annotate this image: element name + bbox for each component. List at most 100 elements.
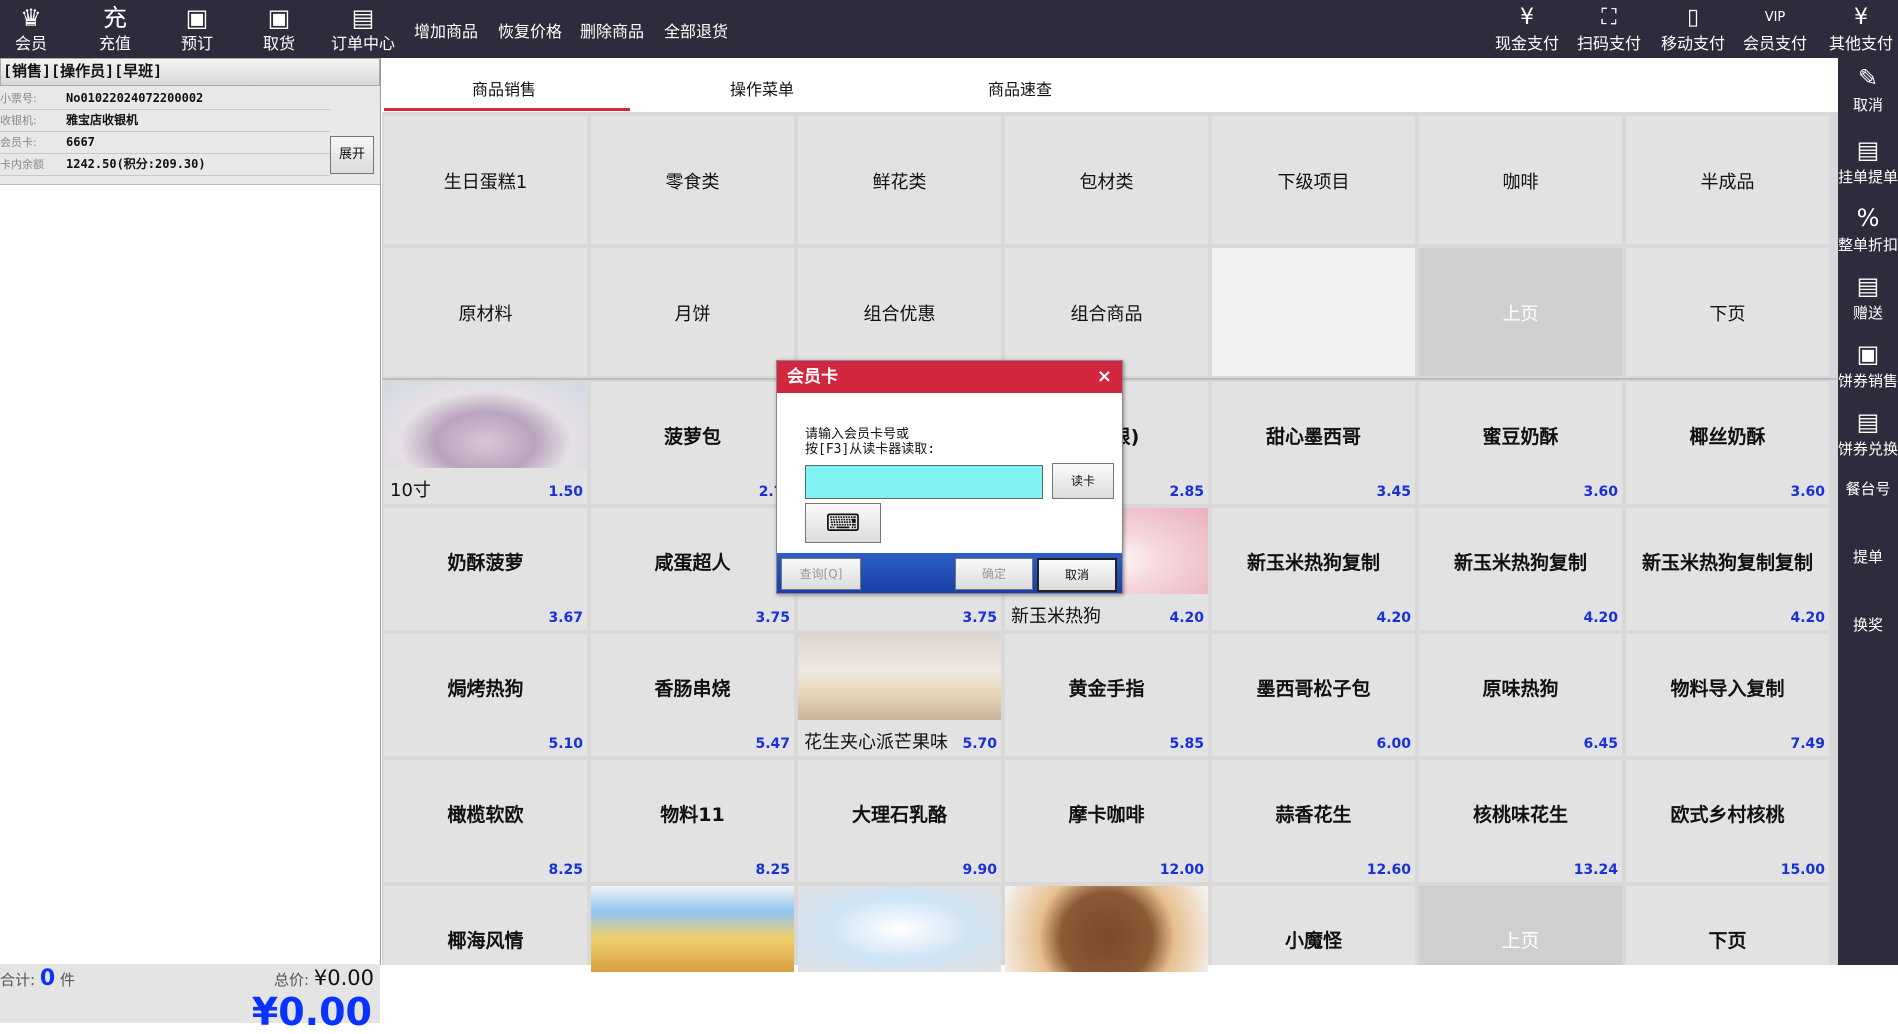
category-label: 生日蛋糕1 xyxy=(443,172,528,193)
product-tag: 新玉米热狗 xyxy=(1011,606,1101,627)
confirm-button[interactable]: 确定 xyxy=(955,558,1033,590)
sidebar-function-button[interactable]: ✎ 取消 xyxy=(1838,62,1898,115)
toolbar-link[interactable]: 删除商品 xyxy=(580,18,644,42)
category-button[interactable]: 上页 xyxy=(1419,248,1622,376)
product-button[interactable]: 大理石乳酪 9.90 xyxy=(798,760,1001,882)
category-button[interactable]: 组合优惠 xyxy=(798,248,1001,376)
category-label: 原材料 xyxy=(458,304,513,325)
product-button[interactable] xyxy=(798,886,1001,972)
sidebar-function-button[interactable]: ▤ 赠送 xyxy=(1838,270,1898,323)
product-button[interactable]: 10寸 1.50 xyxy=(384,382,587,504)
product-button[interactable]: 墨西哥松子包 6.00 xyxy=(1212,634,1415,756)
product-button[interactable]: 物料导入复制 7.49 xyxy=(1626,634,1829,756)
product-button[interactable]: 下页 xyxy=(1626,886,1829,965)
cancel-doc-icon: ✎ xyxy=(1857,64,1879,92)
product-button[interactable]: 甜心墨西哥 3.45 xyxy=(1212,382,1415,504)
tab-product-sales[interactable]: 商品销售 xyxy=(472,76,536,100)
product-button[interactable]: 香肠串烧 5.47 xyxy=(591,634,794,756)
product-button[interactable]: 小魔怪 xyxy=(1212,886,1415,965)
category-button[interactable]: 生日蛋糕1 xyxy=(384,116,587,244)
category-button[interactable]: 零食类 xyxy=(591,116,794,244)
product-price: 15.00 xyxy=(1780,862,1825,878)
read-card-button[interactable]: 读卡 xyxy=(1052,463,1114,499)
product-button[interactable]: 菠萝包 2.?? xyxy=(591,382,794,504)
order-status-header: [销售][操作员][早班] xyxy=(0,58,380,86)
product-button[interactable]: 蒜香花生 12.60 xyxy=(1212,760,1415,882)
category-label: 鲜花类 xyxy=(872,172,927,193)
product-button[interactable]: 椰丝奶酥 3.60 xyxy=(1626,382,1829,504)
toolbar-link[interactable]: 恢复价格 xyxy=(498,18,562,42)
toolbar-button[interactable]: ▤ 订单中心 xyxy=(330,0,396,58)
sidebar-function-button[interactable]: % 整单折扣 xyxy=(1838,202,1898,255)
payment-button[interactable]: ¥ 现金支付 xyxy=(1490,0,1564,58)
product-button[interactable]: 原味热狗 6.45 xyxy=(1419,634,1622,756)
toolbar-button[interactable]: 充充值 xyxy=(84,0,146,58)
sidebar-function-button[interactable]: ▣ 饼券销售 xyxy=(1838,338,1898,391)
toolbar-button[interactable]: ♛ 会员 xyxy=(2,0,60,58)
close-icon[interactable]: × xyxy=(1097,361,1112,393)
toolbar-button[interactable]: ▣ 预订 xyxy=(166,0,228,58)
toolbar-button[interactable]: ▣ 取货 xyxy=(248,0,310,58)
category-button[interactable]: 下级项目 xyxy=(1212,116,1415,244)
product-button[interactable] xyxy=(1005,886,1208,972)
payment-button[interactable]: ¥ 其他支付 xyxy=(1824,0,1898,58)
product-button[interactable]: 物料11 8.25 xyxy=(591,760,794,882)
product-button[interactable]: 焗烤热狗 5.10 xyxy=(384,634,587,756)
toolbar-link[interactable]: 全部退货 xyxy=(664,18,728,42)
query-button[interactable]: 查询[Q] xyxy=(781,558,861,590)
product-button[interactable]: 咸蛋超人 3.75 xyxy=(591,508,794,630)
category-button[interactable]: 下页 xyxy=(1626,248,1829,376)
category-button[interactable]: 鲜花类 xyxy=(798,116,1001,244)
product-button[interactable]: 新玉米热狗复制 4.20 xyxy=(1419,508,1622,630)
dialog-titlebar: 会员卡 × xyxy=(777,361,1122,393)
product-button[interactable]: 奶酥菠萝 3.67 xyxy=(384,508,587,630)
sidebar-function-label: 换奖 xyxy=(1852,616,1883,634)
product-name: 新玉米热狗复制复制 xyxy=(1641,552,1813,574)
sidebar-function-button[interactable]: ▤ 饼券兑换 xyxy=(1838,406,1898,459)
payment-button[interactable]: ▯ 移动支付 xyxy=(1656,0,1730,58)
product-button[interactable]: 新玉米热狗复制 4.20 xyxy=(1212,508,1415,630)
payment-button[interactable]: VIP 会员支付 xyxy=(1738,0,1812,58)
category-button[interactable]: 半成品 xyxy=(1626,116,1829,244)
product-button[interactable]: 摩卡咖啡 12.00 xyxy=(1005,760,1208,882)
product-button[interactable]: 椰海风情 xyxy=(384,886,587,965)
product-button[interactable]: 黄金手指 5.85 xyxy=(1005,634,1208,756)
product-button[interactable]: 欧式乡村核桃 15.00 xyxy=(1626,760,1829,882)
gift-icon: ▤ xyxy=(1856,272,1880,300)
product-button[interactable]: 新玉米热狗复制复制 4.20 xyxy=(1626,508,1829,630)
tab-operation-menu[interactable]: 操作菜单 xyxy=(730,76,794,100)
crown-icon: ♛ xyxy=(20,4,42,32)
product-button[interactable] xyxy=(591,886,794,972)
category-label: 组合优惠 xyxy=(863,304,936,325)
category-button[interactable]: 原材料 xyxy=(384,248,587,376)
sidebar-function-button[interactable]: 换奖 xyxy=(1838,614,1898,635)
sidebar-function-button[interactable]: ▤ 挂单提单 xyxy=(1838,134,1898,187)
other-pay-icon: ¥ xyxy=(1854,5,1868,30)
product-price: 6.00 xyxy=(1376,736,1411,752)
prev-page-button[interactable]: 上页 xyxy=(1419,886,1622,965)
keyboard-button[interactable]: ⌨ xyxy=(805,503,881,543)
cash-icon: ¥ xyxy=(1520,5,1534,30)
toolbar-link[interactable]: 增加商品 xyxy=(414,18,478,42)
category-button[interactable]: 包材类 xyxy=(1005,116,1208,244)
order-panel: [销售][操作员][早班] 小票号: No01022024072200002 收银… xyxy=(0,58,381,1034)
cancel-button[interactable]: 取消 xyxy=(1037,558,1117,592)
category-button[interactable]: 咖啡 xyxy=(1419,116,1622,244)
product-name: 物料导入复制 xyxy=(1670,678,1785,700)
member-card-input[interactable] xyxy=(805,465,1043,499)
expand-button[interactable]: 展开 xyxy=(330,136,374,174)
category-button[interactable]: 月饼 xyxy=(591,248,794,376)
product-name: 椰海风情 xyxy=(447,930,524,952)
order-info: 小票号: No01022024072200002 收银机: 雅宝店收银机 会员卡: 6… xyxy=(0,86,380,185)
product-button[interactable]: 蜜豆奶酥 3.60 xyxy=(1419,382,1622,504)
sidebar-function-label: 挂单提单 xyxy=(1838,168,1898,186)
category-button[interactable]: 组合商品 xyxy=(1005,248,1208,376)
product-button[interactable]: 核桃味花生 13.24 xyxy=(1419,760,1622,882)
product-name: 下页 xyxy=(1708,930,1747,952)
product-button[interactable]: 花生夹心派芒果味 5.70 xyxy=(798,634,1001,756)
product-button[interactable]: 橄榄软欧 8.25 xyxy=(384,760,587,882)
tab-product-lookup[interactable]: 商品速查 xyxy=(988,76,1052,100)
sidebar-function-button[interactable]: 提单 xyxy=(1838,546,1898,567)
payment-button[interactable]: ⛶ 扫码支付 xyxy=(1572,0,1646,58)
sidebar-function-button[interactable]: 餐台号 xyxy=(1838,478,1898,499)
